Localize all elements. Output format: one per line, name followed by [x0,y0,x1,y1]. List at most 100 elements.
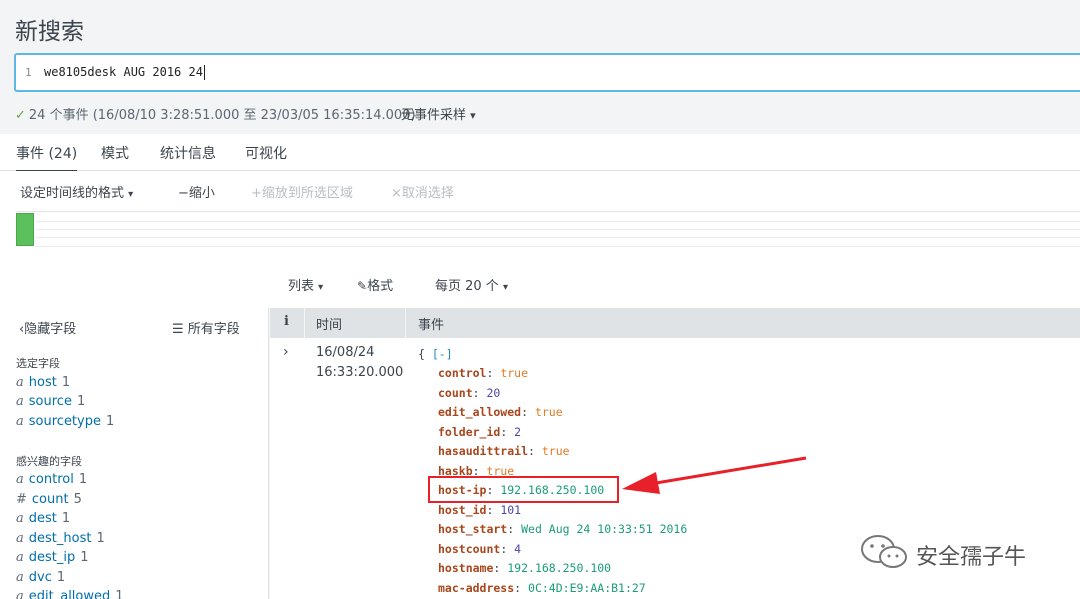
timeline-top-rule [16,211,1080,212]
tab-patterns[interactable]: 模式 [101,143,129,163]
json-field-line: hostcount: 4 [438,542,521,556]
tab-bar: 事件 (24) 模式 统计信息 可视化 [0,134,1080,173]
json-value[interactable]: 101 [500,503,521,517]
json-value[interactable]: 4 [514,542,521,556]
timeline-gridline [36,221,1080,222]
timeline-gridline [36,229,1080,230]
line-number: 1 [25,66,32,79]
json-field-line: hasaudittrail: true [438,444,570,458]
json-value[interactable]: 2 [514,425,521,439]
all-fields-button[interactable]: ☰ 所有字段 [172,318,240,337]
json-field-line: control: true [438,366,528,380]
json-value[interactable]: true [500,366,528,380]
json-colon: : [528,444,542,458]
json-key[interactable]: control [438,366,486,380]
field-item[interactable]: a dest_ip 1 [16,550,89,565]
json-field-line: host_id: 101 [438,503,521,517]
json-field-line: count: 20 [438,386,500,400]
json-colon: : [514,580,529,595]
hide-fields-button[interactable]: ‹隐藏字段 [19,318,76,337]
json-colon: : [486,502,501,517]
sampling-label: 无事件采样 [401,108,467,123]
json-key[interactable]: folder_id [438,425,500,439]
event-column-header[interactable]: 事件 [418,314,444,333]
json-key[interactable]: edit_allowed [438,405,521,419]
timeline-format-dropdown[interactable]: 设定时间线的格式 ▾ [20,182,133,201]
selected-fields-heading: 选定字段 [16,357,60,370]
zoom-to-selection-button[interactable]: +缩放到所选区域 [251,182,353,201]
field-item[interactable]: a edit_allowed 1 [16,589,124,599]
search-input[interactable]: 1 we8105desk AUG 2016 24 [14,53,1080,92]
chevron-down-icon: ▾ [470,109,476,122]
column-separator [405,308,406,338]
field-item[interactable]: a host 1 [16,375,70,390]
timeline-panel: 设定时间线的格式 ▾ −缩小 +缩放到所选区域 ×取消选择 列表 ▾ ✎格式 每… [0,171,1080,308]
watermark-text: 安全孺子牛 [916,545,1027,570]
event-time-clock: 16:33:20.000 [316,365,404,380]
sampling-dropdown[interactable]: 无事件采样 ▾ [401,104,476,123]
list-view-dropdown[interactable]: 列表 ▾ [288,275,323,294]
format-label: 格式 [367,279,394,294]
json-field-line: edit_allowed: true [438,405,563,419]
per-page-dropdown[interactable]: 每页 20 个 ▾ [435,275,508,294]
json-field-line: hostname: 192.168.250.100 [438,561,611,575]
json-colon: : [521,405,535,419]
field-item[interactable]: # count 5 [16,492,82,507]
expand-row-icon[interactable]: › [283,344,289,360]
chevron-down-icon: ▾ [128,189,134,200]
hide-fields-label: 隐藏字段 [24,322,77,337]
tab-events[interactable]: 事件 (24) [16,143,78,173]
event-summary: ✓ 24 个事件 (16/08/10 3:28:51.000 至 23/03/05… [15,104,416,123]
watermark: 安全孺子牛 [858,533,1058,571]
timeline-gridline [36,246,1080,247]
field-item[interactable]: a dvc 1 [16,570,65,585]
event-time-date: 16/08/24 [316,345,375,360]
json-value[interactable]: true [542,444,570,458]
tab-visualization[interactable]: 可视化 [245,143,287,163]
json-value[interactable]: true [535,405,563,419]
json-colon: : [507,522,522,536]
json-open: { [-] [418,347,453,361]
json-key[interactable]: hostname [438,561,493,575]
json-field-line: mac-address: 0C:4D:E9:AA:B1:27 [438,581,646,595]
field-item[interactable]: a dest 1 [16,511,70,526]
json-key[interactable]: host_id [438,503,486,517]
json-key[interactable]: host_start [438,522,507,536]
json-key[interactable]: hasaudittrail [438,444,528,458]
json-value[interactable]: 20 [486,386,500,400]
json-value[interactable]: 192.168.250.100 [507,561,611,575]
json-field-line: folder_id: 2 [438,425,521,439]
json-value[interactable]: Wed Aug 24 10:33:51 2016 [521,522,687,536]
json-colon: : [500,541,515,556]
timeline-gridline [36,237,1080,238]
field-item[interactable]: a control 1 [16,472,87,487]
collapse-toggle[interactable]: [-] [432,347,453,361]
results-table-header: i 时间 事件 [270,308,1080,338]
field-item[interactable]: a dest_host 1 [16,531,105,546]
chevron-down-icon: ▾ [502,282,508,293]
fields-sidebar: ‹隐藏字段 ☰ 所有字段 选定字段 a host 1 a source 1 a sourc… [0,308,269,599]
per-page-label: 每页 20 个 [435,279,499,294]
json-key[interactable]: mac-address [438,581,514,595]
json-colon: : [486,366,501,380]
timeline-format-label: 设定时间线的格式 [20,186,125,201]
text-caret [203,65,205,80]
time-column-header[interactable]: 时间 [316,314,342,333]
all-fields-label: 所有字段 [187,322,240,337]
interesting-fields-heading: 感兴趣的字段 [16,455,82,468]
zoom-out-button[interactable]: −缩小 [178,182,215,201]
field-item[interactable]: a sourcetype 1 [16,414,114,429]
tab-statistics[interactable]: 统计信息 [160,143,216,163]
timeline-bar[interactable] [16,213,34,246]
deselect-button[interactable]: ×取消选择 [391,182,454,201]
json-key[interactable]: hostcount [438,542,500,556]
search-query-text: we8105desk AUG 2016 24 [44,65,203,79]
json-key[interactable]: count [438,386,473,400]
list-icon: ☰ [172,322,184,337]
search-query: we8105desk AUG 2016 24 [44,65,205,80]
chevron-down-icon: ▾ [318,282,324,293]
field-item[interactable]: a source 1 [16,394,85,409]
json-value[interactable]: 0C:4D:E9:AA:B1:27 [528,581,646,595]
open-brace: { [418,347,425,361]
format-button[interactable]: ✎格式 [357,275,393,294]
